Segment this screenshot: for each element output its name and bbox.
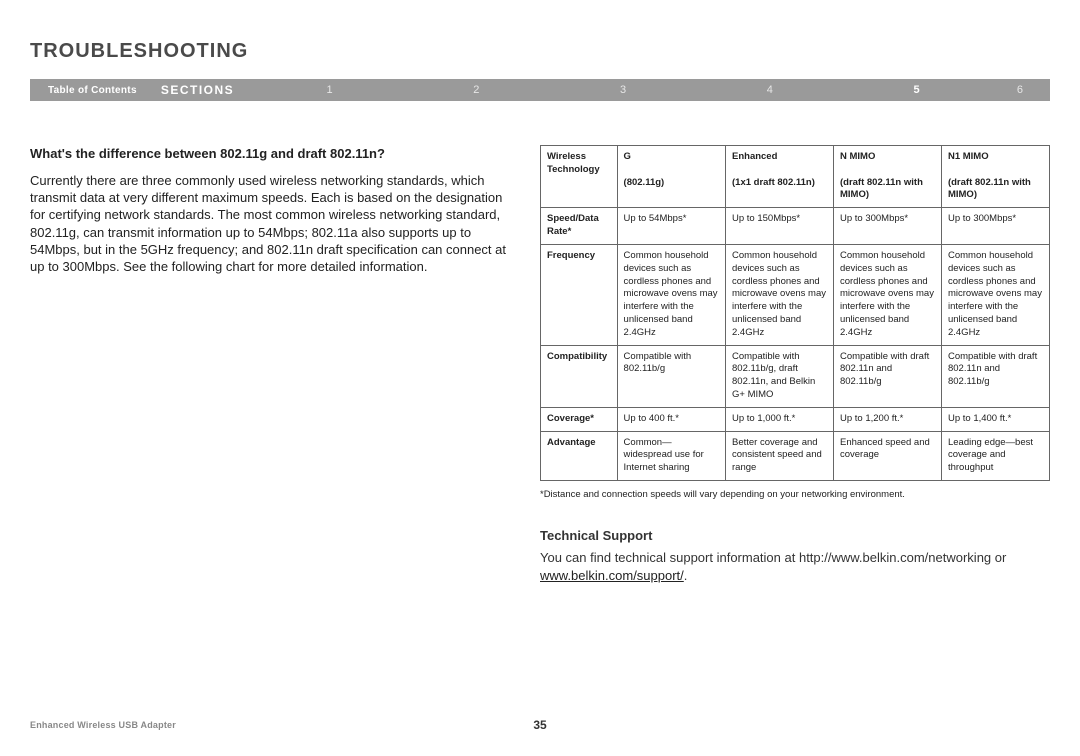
page-number: 35 — [533, 718, 546, 732]
table-row: CompatibilityCompatible with 802.11b/gCo… — [541, 345, 1050, 407]
col-header-nmimo: N MIMO(draft 802.11n with MIMO) — [833, 146, 941, 208]
col-header-tech: Wireless Technology — [541, 146, 618, 208]
faq-answer: Currently there are three commonly used … — [30, 172, 520, 275]
faq-question: What's the difference between 802.11g an… — [30, 145, 520, 162]
nav-section-4[interactable]: 4 — [696, 84, 843, 96]
page-title: TROUBLESHOOTING — [30, 40, 1050, 63]
nav-section-1[interactable]: 1 — [256, 84, 403, 96]
nav-section-5[interactable]: 5 — [843, 84, 990, 96]
col-header-g: G(802.11g) — [617, 146, 725, 208]
table-row: FrequencyCommon household devices such a… — [541, 244, 1050, 345]
nav-section-3[interactable]: 3 — [550, 84, 697, 96]
footer-product: Enhanced Wireless USB Adapter — [30, 720, 176, 730]
nav-section-6[interactable]: 6 — [990, 84, 1050, 96]
table-row: Wireless Technology G(802.11g) Enhanced(… — [541, 146, 1050, 208]
nav-toc[interactable]: Table of Contents — [30, 85, 155, 96]
section-nav: Table of Contents SECTIONS 1 2 3 4 5 6 — [30, 79, 1050, 101]
col-header-n1mimo: N1 MIMO(draft 802.11n with MIMO) — [941, 146, 1049, 208]
nav-section-2[interactable]: 2 — [403, 84, 550, 96]
tech-support-heading: Technical Support — [540, 528, 1050, 543]
table-row: Coverage*Up to 400 ft.*Up to 1,000 ft.*U… — [541, 407, 1050, 431]
tech-support-text: You can find technical support informati… — [540, 549, 1050, 584]
table-row: Speed/Data Rate*Up to 54Mbps*Up to 150Mb… — [541, 208, 1050, 245]
col-header-enhanced: Enhanced(1x1 draft 802.11n) — [726, 146, 834, 208]
comparison-table: Wireless Technology G(802.11g) Enhanced(… — [540, 145, 1050, 481]
table-row: AdvantageCommon—widespread use for Inter… — [541, 431, 1050, 480]
table-footnote: *Distance and connection speeds will var… — [540, 489, 1050, 500]
nav-sections-label: SECTIONS — [155, 83, 256, 97]
support-link[interactable]: www.belkin.com/support/ — [540, 568, 684, 583]
